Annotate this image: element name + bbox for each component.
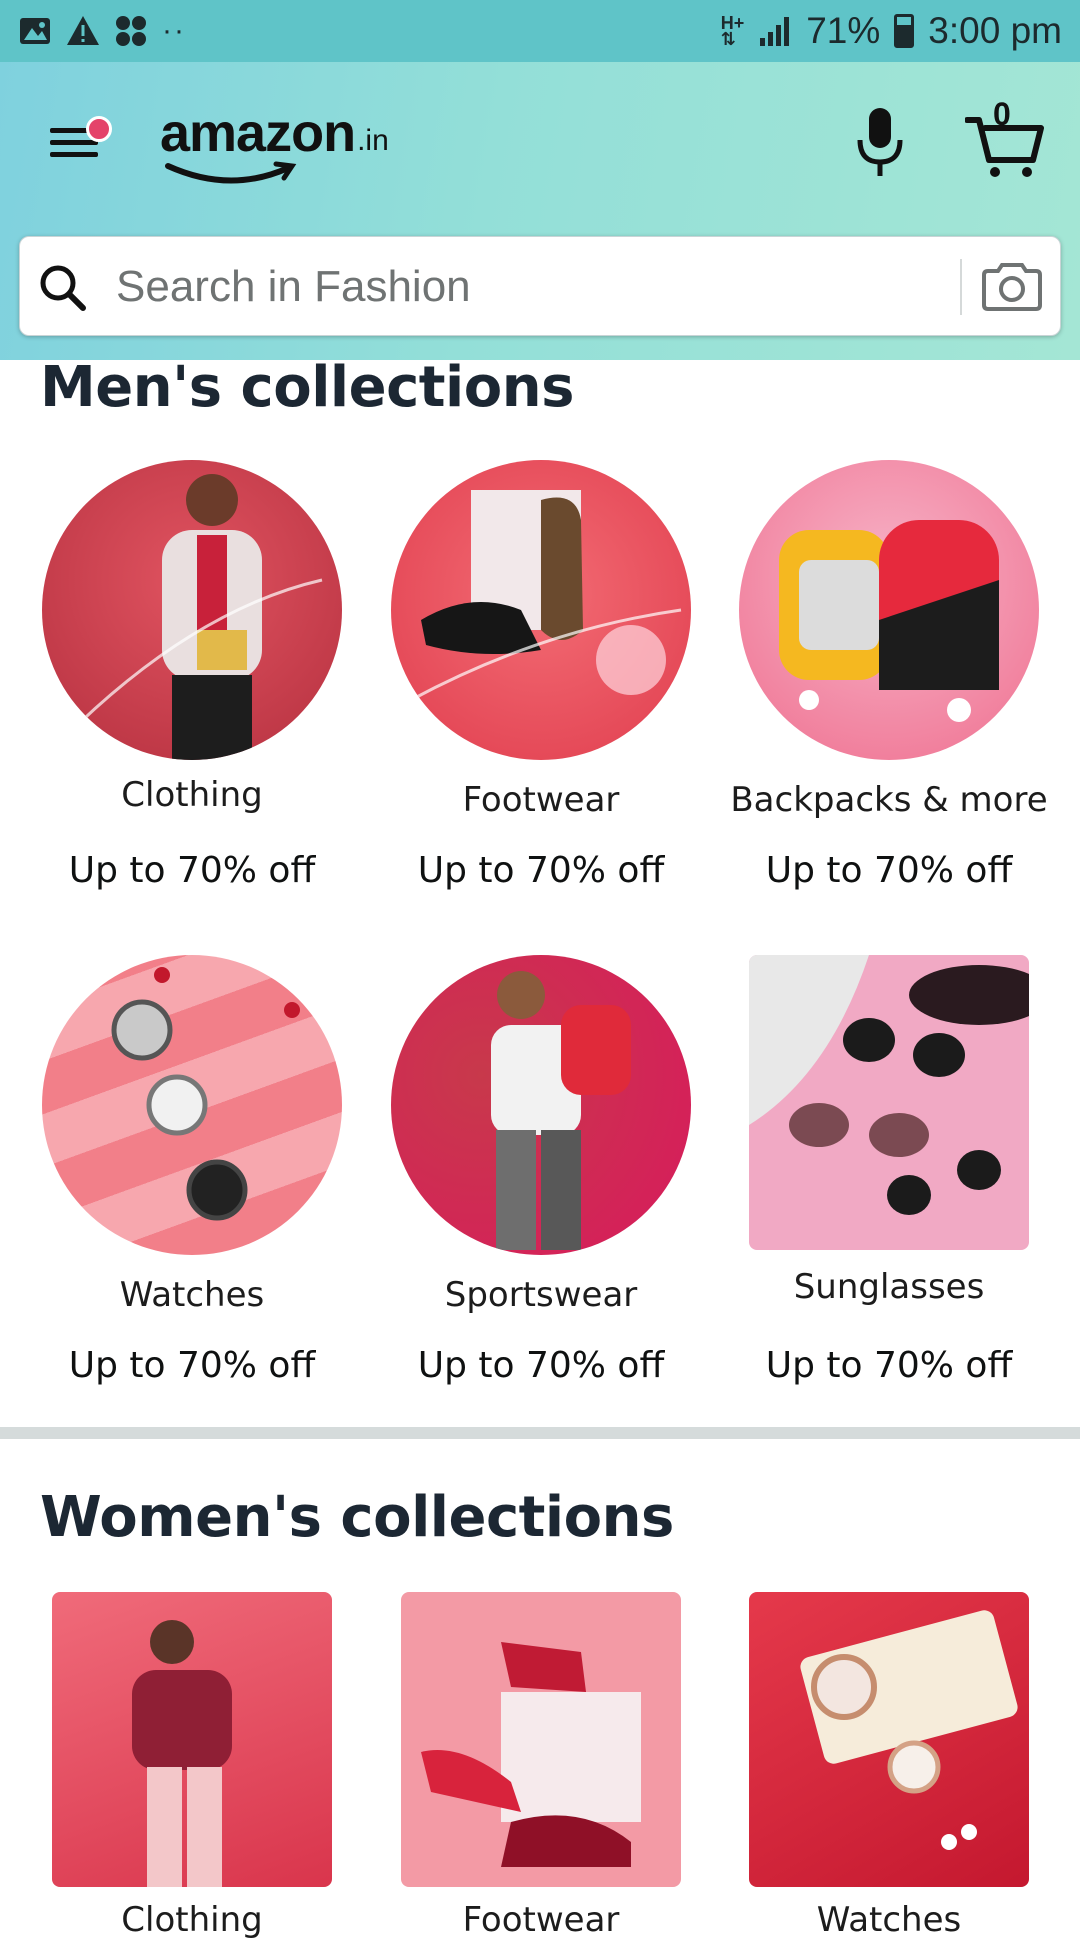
status-bar-right: H+ ⇅ 71% 3:00 pm [721, 10, 1062, 52]
mens-tile-sportswear[interactable]: Sportswear Up to 70% off [371, 955, 711, 1395]
backpacks-illustration [779, 520, 999, 722]
clothing-illustration [60, 474, 323, 760]
womens-watches-image [749, 1592, 1029, 1887]
tile-label: Watches [119, 1275, 265, 1315]
amazon-logo[interactable]: amazon .in [160, 102, 389, 184]
womens-tile-footwear[interactable]: Footwear [371, 1592, 711, 1940]
watches-illustration [111, 967, 300, 1221]
cart-button[interactable]: 0 [964, 96, 1045, 182]
tile-offer: Up to 70% off [765, 850, 1013, 891]
mic-icon[interactable] [852, 104, 908, 184]
mens-collections-title: Men's collections [40, 355, 574, 420]
tile-offer: Up to 70% off [417, 1345, 665, 1386]
clothing-image [42, 460, 342, 760]
tile-label: Backpacks & more [730, 780, 1048, 820]
status-bar-left: ·· [18, 14, 186, 48]
menu-button[interactable] [44, 110, 112, 170]
gallery-icon [20, 18, 50, 44]
womens-clothing-image [52, 1592, 332, 1887]
network-icon: H+ ⇅ [720, 13, 745, 49]
notification-dot [86, 116, 112, 142]
tile-label: Footwear [462, 780, 620, 820]
network-type: H+ [720, 13, 745, 33]
logo-wordmark: amazon [160, 103, 356, 163]
mens-tile-backpacks[interactable]: Backpacks & more Up to 70% off [719, 460, 1059, 900]
status-more-dots: ·· [162, 14, 186, 47]
logo-domain: .in [357, 124, 389, 157]
womens-watches-illustration [800, 1610, 1018, 1850]
section-divider [0, 1427, 1080, 1439]
tile-label: Watches [816, 1900, 962, 1940]
sunglasses-illustration [749, 955, 1029, 1215]
status-bar: ·· H+ ⇅ 71% 3:00 pm [0, 0, 1080, 62]
footwear-image [391, 460, 691, 760]
tile-offer: Up to 70% off [68, 850, 316, 891]
tile-label: Clothing [121, 1900, 263, 1940]
tile-label: Footwear [462, 1900, 620, 1940]
womens-footwear-illustration [421, 1642, 641, 1867]
tile-offer: Up to 70% off [417, 850, 665, 891]
tile-label: Sunglasses [793, 1267, 985, 1307]
womens-footwear-image [401, 1592, 681, 1887]
mens-tile-footwear[interactable]: Footwear Up to 70% off [371, 460, 711, 900]
sportswear-image [391, 955, 691, 1255]
search-bar[interactable] [19, 236, 1061, 336]
womens-collections-title: Women's collections [40, 1485, 674, 1550]
camera-icon[interactable] [980, 261, 1044, 313]
clock: 3:00 pm [928, 10, 1062, 51]
sportswear-illustration [491, 971, 631, 1250]
womens-tile-watches[interactable]: Watches [719, 1592, 1059, 1940]
battery-percent: 71% [806, 10, 881, 51]
mens-tile-watches[interactable]: Watches Up to 70% off [22, 955, 362, 1395]
tile-offer: Up to 70% off [68, 1345, 316, 1386]
watches-image [42, 955, 342, 1255]
tile-label: Clothing [121, 775, 263, 815]
warning-icon [67, 16, 99, 45]
logo-smile-icon [165, 161, 297, 184]
signal-icon [760, 17, 790, 46]
cart-count: 0 [993, 96, 1011, 132]
tile-label: Sportswear [444, 1275, 638, 1315]
mens-tile-clothing[interactable]: Clothing Up to 70% off [22, 460, 362, 900]
app-header: amazon .in 0 [0, 62, 1080, 360]
backpacks-image [739, 460, 1039, 760]
sunglasses-image [749, 955, 1029, 1250]
womens-clothing-illustration [132, 1620, 232, 1887]
tile-offer: Up to 70% off [765, 1345, 1013, 1386]
footwear-illustration [410, 490, 682, 702]
search-icon [40, 265, 86, 311]
battery-icon [894, 14, 915, 48]
search-input[interactable] [116, 257, 956, 317]
mens-tile-sunglasses[interactable]: Sunglasses Up to 70% off [719, 955, 1059, 1395]
search-divider [960, 259, 962, 315]
apps-icon [116, 16, 146, 46]
womens-tile-clothing[interactable]: Clothing [22, 1592, 362, 1940]
